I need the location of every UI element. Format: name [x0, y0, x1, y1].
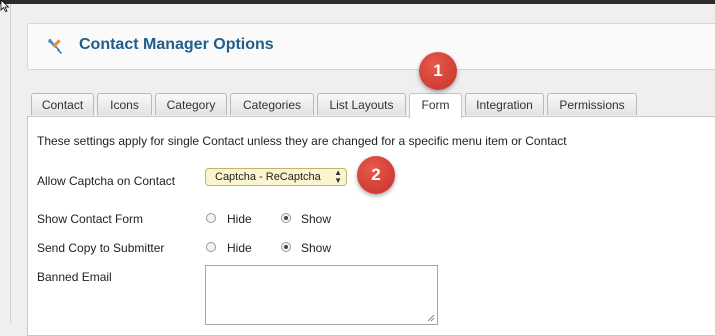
send-copy-hide-label[interactable]: Hide	[227, 241, 252, 255]
window-top-edge	[0, 0, 715, 4]
captcha-select[interactable]: Captcha - ReCaptcha ▲ ▼	[205, 168, 347, 186]
tab-permissions[interactable]: Permissions	[547, 93, 637, 115]
page-title: Contact Manager Options	[79, 36, 274, 53]
tab-icons[interactable]: Icons	[97, 93, 152, 115]
banned-email-textarea[interactable]	[205, 265, 438, 325]
send-copy-hide-radio[interactable]	[206, 242, 216, 252]
tab-contact[interactable]: Contact	[31, 93, 94, 115]
captcha-label: Allow Captcha on Contact	[37, 174, 176, 188]
show-contact-form-hide-radio[interactable]	[206, 213, 216, 223]
send-copy-show-label[interactable]: Show	[301, 241, 331, 255]
annotation-badge-2: 2	[357, 156, 395, 194]
select-arrows-icon: ▲ ▼	[334, 168, 342, 185]
banned-email-label: Banned Email	[37, 270, 112, 284]
tab-form[interactable]: Form	[409, 93, 462, 118]
captcha-selected-value: Captcha - ReCaptcha	[215, 171, 321, 183]
annotation-badge-1: 1	[419, 52, 457, 90]
show-contact-form-label: Show Contact Form	[37, 212, 144, 226]
page-header: Contact Manager Options	[27, 23, 715, 70]
tools-icon	[48, 39, 62, 54]
send-copy-show-radio[interactable]	[281, 242, 291, 252]
send-copy-label: Send Copy to Submitter	[37, 241, 165, 255]
left-divider	[10, 4, 11, 323]
tab-list-layouts[interactable]: List Layouts	[317, 93, 406, 115]
panel-description: These settings apply for single Contact …	[37, 134, 567, 148]
tab-categories[interactable]: Categories	[230, 93, 314, 115]
show-contact-form-show-radio[interactable]	[281, 213, 291, 223]
resize-grip-icon[interactable]	[427, 314, 435, 322]
show-contact-form-hide-label[interactable]: Hide	[227, 212, 252, 226]
show-contact-form-show-label[interactable]: Show	[301, 212, 331, 226]
tab-integration[interactable]: Integration	[465, 93, 544, 115]
tab-category[interactable]: Category	[155, 93, 227, 115]
mouse-cursor-icon	[0, 0, 10, 12]
